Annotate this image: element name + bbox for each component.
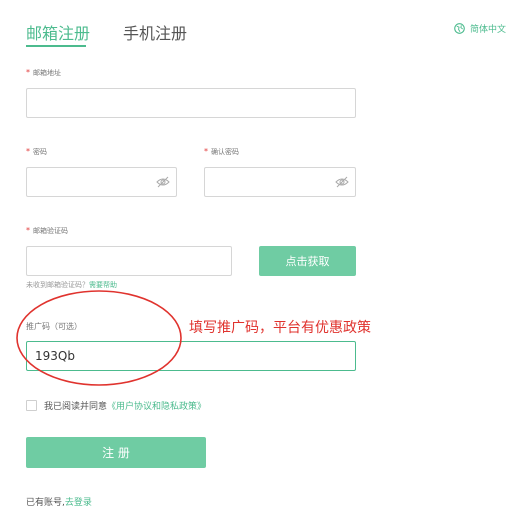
need-help-link[interactable]: 需要帮助 — [89, 281, 117, 289]
required-mark: * — [26, 147, 30, 156]
code-help-text: 未收到邮箱验证码？ — [26, 281, 89, 289]
code-help: 未收到邮箱验证码？需要帮助 — [26, 280, 117, 290]
required-mark: * — [26, 68, 30, 77]
active-tab-underline — [26, 45, 86, 47]
confirm-password-label: * 确认密码 — [204, 147, 239, 157]
agreement-row: 我已阅读并同意 《用户协议和隐私政策》 — [26, 399, 206, 412]
confirm-password-input[interactable] — [204, 167, 356, 197]
confirm-password-label-text: 确认密码 — [211, 148, 239, 156]
password-label: * 密码 — [26, 147, 47, 157]
tab-email-register[interactable]: 邮箱注册 — [26, 20, 90, 44]
email-code-input[interactable] — [26, 246, 232, 276]
email-label-text: 邮箱地址 — [33, 69, 61, 77]
register-page: 邮箱注册 手机注册 简体中文 * 邮箱地址 * 密码 * 确认密码 * 邮箱验证码 点击… — [0, 0, 524, 530]
email-code-label: * 邮箱验证码 — [26, 226, 68, 236]
go-login-link[interactable]: 去登录 — [65, 498, 92, 508]
email-label: * 邮箱地址 — [26, 68, 61, 78]
email-code-label-text: 邮箱验证码 — [33, 227, 68, 235]
get-code-button[interactable]: 点击获取 — [259, 246, 356, 276]
terms-link[interactable]: 《用户协议和隐私政策》 — [107, 399, 206, 412]
agree-checkbox[interactable] — [26, 400, 37, 411]
agree-text: 我已阅读并同意 — [44, 402, 108, 412]
invite-code-input[interactable] — [26, 341, 356, 371]
register-button[interactable]: 注 册 — [26, 437, 206, 468]
eye-off-icon[interactable] — [156, 176, 170, 188]
invite-code-label: 推广码（可选） — [26, 322, 82, 331]
required-mark: * — [26, 226, 30, 235]
annotation-ellipse — [16, 290, 182, 386]
password-input[interactable] — [26, 167, 177, 197]
annotation-text: 填写推广码，平台有优惠政策 — [189, 320, 371, 336]
language-switcher[interactable]: 简体中文 — [454, 22, 506, 35]
email-input[interactable] — [26, 88, 356, 118]
language-label: 简体中文 — [469, 25, 506, 35]
login-text: 已有账号, — [26, 498, 65, 508]
required-mark: * — [204, 147, 208, 156]
globe-icon — [454, 23, 465, 34]
login-prompt: 已有账号,去登录 — [26, 495, 92, 508]
password-label-text: 密码 — [33, 148, 47, 156]
eye-off-icon[interactable] — [335, 176, 349, 188]
tab-phone-register[interactable]: 手机注册 — [123, 20, 187, 44]
